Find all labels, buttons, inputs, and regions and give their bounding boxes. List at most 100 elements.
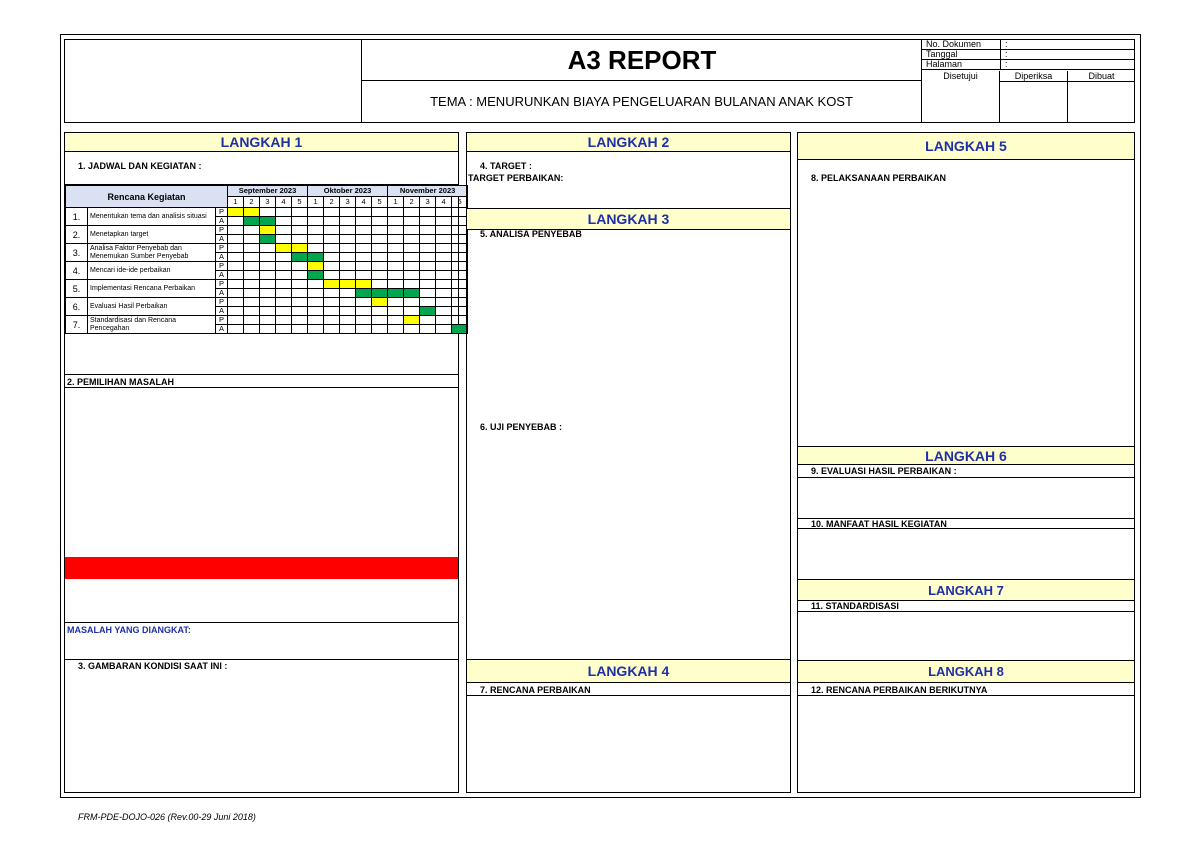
gantt-actual-cell <box>403 252 421 262</box>
gantt-actual-cell <box>419 234 437 244</box>
gantt-plan-cell <box>307 297 325 307</box>
divider <box>798 695 1134 696</box>
gantt-actual-cell <box>259 216 276 226</box>
gantt-plan-cell <box>339 225 357 235</box>
gantt-plan-cell <box>323 315 341 325</box>
gantt-actual-cell <box>419 252 437 262</box>
gantt-actual-cell <box>323 270 341 280</box>
gantt-actual-cell <box>419 306 437 316</box>
logo-area <box>64 39 362 123</box>
gantt-plan-label: P <box>215 279 228 289</box>
gantt-plan-cell <box>323 243 341 253</box>
gantt-plan-cell <box>371 315 389 325</box>
gantt-actual-cell <box>403 216 421 226</box>
gantt-actual-cell <box>307 288 325 298</box>
approval-checked-label: Diperiksa <box>1000 71 1068 82</box>
gantt-plan-cell <box>355 297 373 307</box>
approval-made-label: Dibuat <box>1068 71 1135 82</box>
gantt-plan-cell <box>307 315 325 325</box>
gantt-actual-cell <box>243 306 260 316</box>
gantt-table: Rencana Kegiatan September 2023 Oktober … <box>65 185 469 334</box>
gantt-actual-cell <box>435 270 453 280</box>
gantt-row: 4. Mencari ide-ide perbaikan P <box>65 261 469 280</box>
gantt-actual-label: A <box>215 234 228 244</box>
gantt-actual-cell <box>259 270 276 280</box>
gantt-plan-cell <box>371 243 389 253</box>
gantt-plan-label: P <box>215 243 228 253</box>
gantt-plan-cell <box>419 243 437 253</box>
gantt-plan-cell <box>323 207 341 217</box>
gantt-actual-cell <box>243 234 260 244</box>
gantt-plan-label: P <box>215 315 228 325</box>
gantt-actual-cell <box>403 288 421 298</box>
gantt-plan-cell <box>403 225 421 235</box>
gantt-task-number: 6. <box>65 297 88 316</box>
gantt-actual-cell <box>323 234 341 244</box>
langkah-8-title: LANGKAH 8 <box>798 660 1134 683</box>
gantt-actual-cell <box>275 324 292 334</box>
gantt-actual-cell <box>339 324 357 334</box>
gantt-actual-cell <box>290 216 309 226</box>
langkah-4-title: LANGKAH 4 <box>467 659 790 683</box>
gantt-actual-cell <box>339 234 357 244</box>
gantt-plan-cell <box>275 261 292 271</box>
gantt-plan-cell <box>387 261 405 271</box>
gantt-plan-cell <box>387 315 405 325</box>
gantt-actual-cell <box>307 234 325 244</box>
gantt-row: 7. Standardisasi dan Rencana Pencegahan P <box>65 315 469 334</box>
gantt-week-cell: 1 <box>387 196 405 208</box>
gantt-plan-cell <box>227 207 244 217</box>
gantt-plan-cell <box>259 315 276 325</box>
gantt-actual-cell <box>243 252 260 262</box>
analisa-penyebab-label: 5. ANALISA PENYEBAB <box>480 229 582 239</box>
divider <box>798 611 1134 612</box>
gantt-plan-cell <box>259 279 276 289</box>
approval-approved-label: Disetujui <box>922 71 1000 82</box>
gantt-plan-cell <box>403 207 421 217</box>
gantt-week-cell: 5 <box>290 196 309 208</box>
gantt-plan-cell <box>419 279 437 289</box>
gantt-plan-label: P <box>215 225 228 235</box>
gantt-month-oct: Oktober 2023 <box>307 185 389 197</box>
gantt-plan-cell <box>387 225 405 235</box>
gantt-plan-cell <box>387 279 405 289</box>
gantt-actual-cell <box>419 288 437 298</box>
gantt-actual-cell <box>307 216 325 226</box>
gambaran-kondisi-label: 3. GAMBARAN KONDISI SAAT INI : <box>78 661 228 671</box>
gantt-plan-cell <box>387 207 405 217</box>
gantt-actual-cell <box>355 234 373 244</box>
gantt-plan-cell <box>339 261 357 271</box>
divider <box>798 477 1134 478</box>
gantt-actual-cell <box>371 252 389 262</box>
gantt-plan-cell <box>323 297 341 307</box>
gantt-actual-cell <box>371 270 389 280</box>
gantt-plan-cell <box>259 261 276 271</box>
gantt-actual-cell <box>227 234 244 244</box>
langkah-5-title: LANGKAH 5 <box>798 133 1134 160</box>
gantt-plan-cell <box>371 279 389 289</box>
gantt-plan-cell <box>275 207 292 217</box>
meta-row-page: Halaman : <box>922 59 1134 70</box>
gantt-actual-cell <box>387 306 405 316</box>
gantt-task-number: 7. <box>65 315 88 334</box>
gantt-week-cell: 5 <box>371 196 389 208</box>
gantt-plan-cell <box>290 279 309 289</box>
gantt-plan-cell <box>435 261 453 271</box>
gantt-actual-cell <box>371 306 389 316</box>
gantt-actual-cell <box>419 270 437 280</box>
gantt-plan-cell <box>339 279 357 289</box>
gantt-actual-label: A <box>215 306 228 316</box>
uji-penyebab-label: 6. UJI PENYEBAB : <box>480 422 563 432</box>
gantt-week-cell: 4 <box>435 196 453 208</box>
gantt-actual-cell <box>259 234 276 244</box>
gantt-actual-cell <box>259 252 276 262</box>
langkah-1-column: LANGKAH 1 1. JADWAL DAN KEGIATAN : Renca… <box>64 132 469 793</box>
gantt-plan-cell <box>339 315 357 325</box>
gantt-actual-cell <box>435 216 453 226</box>
gantt-plan-cell <box>339 207 357 217</box>
gantt-plan-cell <box>419 315 437 325</box>
gantt-plan-cell <box>371 261 389 271</box>
gantt-actual-cell <box>243 216 260 226</box>
gantt-task-name: Evaluasi Hasil Perbaikan <box>87 297 216 316</box>
gantt-actual-cell <box>323 306 341 316</box>
